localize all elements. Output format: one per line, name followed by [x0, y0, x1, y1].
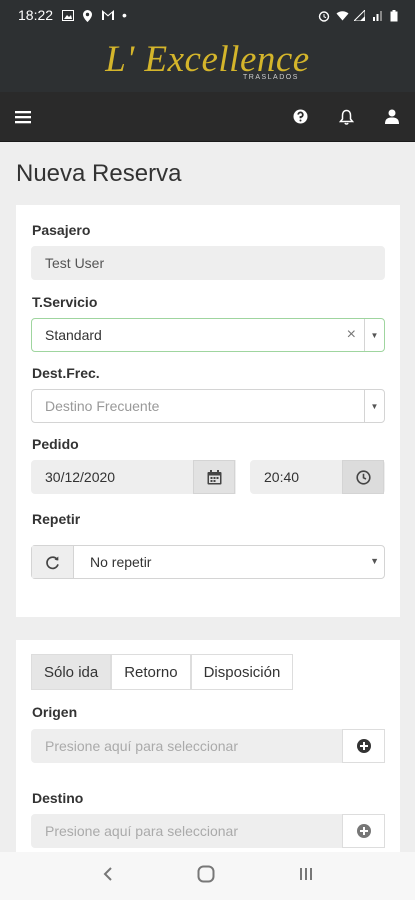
servicio-label: T.Servicio [32, 294, 98, 310]
clear-selection-icon[interactable]: × [347, 326, 356, 344]
repetir-label: Repetir [32, 511, 81, 527]
status-time: 18:22 [18, 7, 54, 23]
repetir-select[interactable]: No repetir ▼ [31, 545, 385, 579]
battery-icon [390, 9, 401, 21]
hamburger-menu-icon[interactable] [14, 108, 32, 126]
mobile-data-icon [352, 8, 366, 21]
alarm-icon [318, 10, 330, 22]
chevron-down-icon[interactable]: ▼ [364, 390, 384, 422]
brand-header: L' Excellence TRASLADOS [0, 30, 415, 92]
wifi-icon [336, 10, 349, 21]
brand-subtitle: TRASLADOS [243, 74, 299, 81]
calendar-icon[interactable] [193, 460, 235, 494]
destino-frecuente-select[interactable]: Destino Frecuente ▼ [31, 389, 385, 423]
bell-icon[interactable] [337, 108, 355, 126]
tab-disposicion[interactable]: Disposición [190, 654, 294, 690]
tab-label: Sólo ida [44, 663, 99, 681]
booking-details-card: Pasajero Test User T.Servicio Standard ×… [16, 205, 400, 617]
back-icon[interactable] [102, 866, 114, 887]
status-dot: • [122, 7, 127, 23]
image-notification-icon [62, 9, 75, 21]
status-bar: 18:22 • [0, 0, 415, 30]
tab-label: Disposición [203, 663, 281, 681]
tab-solo-ida[interactable]: Sólo ida [31, 654, 112, 690]
destino-placeholder: Presione aquí para seleccionar [45, 823, 239, 839]
trip-card: Sólo ida Retorno Disposición Origen Pres… [16, 640, 400, 860]
pedido-date-value: 30/12/2020 [45, 469, 116, 485]
tab-retorno[interactable]: Retorno [111, 654, 191, 690]
home-icon[interactable] [197, 865, 215, 888]
add-origen-icon[interactable] [342, 729, 385, 763]
help-icon[interactable] [291, 108, 309, 126]
origen-placeholder: Presione aquí para seleccionar [45, 738, 239, 754]
origen-label: Origen [32, 704, 78, 720]
pasajero-label: Pasajero [32, 222, 91, 238]
tab-label: Retorno [124, 663, 178, 681]
servicio-value: Standard [45, 327, 102, 343]
pedido-time-value: 20:40 [264, 469, 300, 485]
origen-input[interactable]: Presione aquí para seleccionar [31, 729, 385, 763]
destino-frecuente-label: Dest.Frec. [32, 365, 100, 381]
clock-icon[interactable] [342, 460, 384, 494]
servicio-select[interactable]: Standard × ▼ [31, 318, 385, 352]
signal-icon [372, 10, 383, 21]
chevron-down-icon: ▼ [370, 556, 379, 566]
user-profile-icon[interactable] [383, 108, 401, 126]
location-notification-icon [82, 9, 93, 22]
system-navigation-bar [0, 852, 415, 900]
gmail-notification-icon [102, 9, 115, 21]
trip-type-tabs: Sólo ida Retorno Disposición [31, 654, 294, 690]
pedido-time-input[interactable]: 20:40 [250, 460, 385, 494]
destino-input[interactable]: Presione aquí para seleccionar [31, 814, 385, 848]
repetir-value: No repetir [90, 554, 152, 570]
pedido-label: Pedido [32, 436, 79, 452]
page-title: Nueva Reserva [16, 160, 182, 187]
refresh-icon [32, 546, 74, 578]
pasajero-value: Test User [45, 255, 105, 271]
pedido-date-input[interactable]: 30/12/2020 [31, 460, 236, 494]
recent-apps-icon[interactable] [298, 866, 314, 887]
pasajero-field: Test User [31, 246, 385, 280]
chevron-down-icon[interactable]: ▼ [364, 319, 384, 351]
destino-label: Destino [32, 790, 84, 806]
destino-frecuente-placeholder: Destino Frecuente [45, 398, 160, 414]
top-nav [0, 92, 415, 142]
add-destino-icon[interactable] [342, 814, 385, 848]
